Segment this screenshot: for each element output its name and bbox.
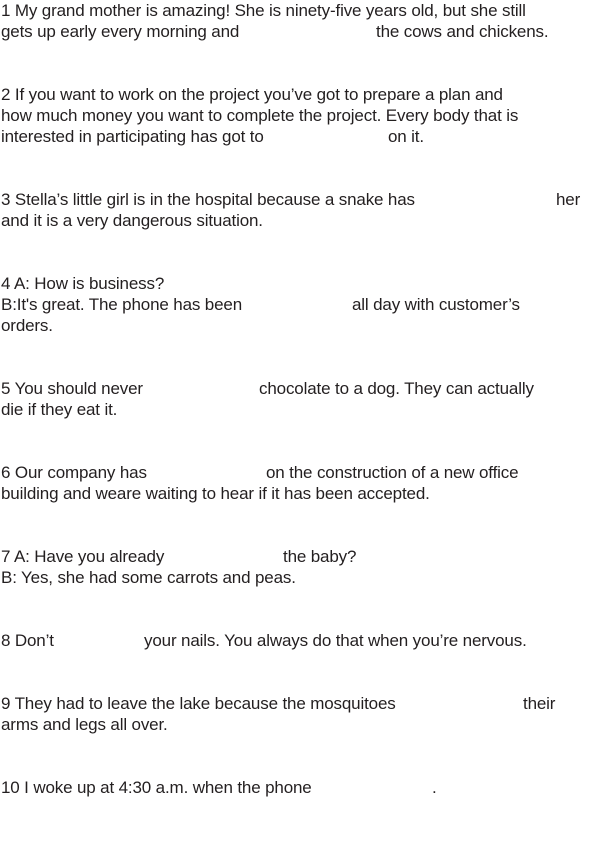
question-2-line-1: 2 If you want to work on the project you… [1, 85, 503, 104]
question-5-line-1: 5 You should never chocolate to a dog. T… [1, 378, 591, 399]
question-5-line-2: die if they eat it. [1, 400, 118, 419]
question-2-line-3: interested in participating has got to o… [1, 126, 591, 147]
question-8-line-1: 8 Don’t your nails. You always do that w… [1, 630, 591, 651]
question-1-line-1: 1 My grand mother is amazing! She is nin… [1, 1, 526, 20]
question-8-text-before-blank: 8 Don’t [1, 631, 54, 650]
question-3-text-before-blank: 3 Stella’s little girl is in the hospita… [1, 190, 415, 209]
question-5-text-after-blank: chocolate to a dog. They can actually [259, 379, 534, 398]
question-4-line-2: B:It's great. The phone has been all day… [1, 294, 591, 315]
question-3-line-2: and it is a very dangerous situation. [1, 211, 263, 230]
question-3-text-after-blank: her [556, 190, 581, 209]
question-9-line-1: 9 They had to leave the lake because the… [1, 693, 591, 714]
question-4-text-before-blank: B:It's great. The phone has been [1, 295, 243, 314]
question-9-line-2: arms and legs all over. [1, 715, 168, 734]
question-2-line-2: how much money you want to complete the … [1, 106, 519, 125]
question-6-text-before-blank: 6 Our company has [1, 463, 147, 482]
question-7-line-2: B: Yes, she had some carrots and peas. [1, 568, 296, 587]
question-6-line-2: building and weare waiting to hear if it… [1, 484, 430, 503]
question-8-text-after-blank: your nails. You always do that when you’… [144, 631, 527, 650]
worksheet: 1 My grand mother is amazing! She is nin… [0, 0, 594, 854]
question-4-line-1: 4 A: How is business? [1, 274, 165, 293]
question-7-text-after-blank: the baby? [283, 547, 357, 566]
question-10-line-1: 10 I woke up at 4:30 a.m. when the phone… [1, 777, 591, 798]
question-9-text-before-blank: 9 They had to leave the lake because the… [1, 694, 396, 713]
question-1-text-before-blank: gets up early every morning and [1, 22, 240, 41]
question-9-text-after-blank: their [523, 694, 556, 713]
question-10-text-after-blank: . [432, 778, 437, 797]
question-3-line-1: 3 Stella’s little girl is in the hospita… [1, 189, 591, 210]
question-7-text-before-blank: 7 A: Have you already [1, 547, 165, 566]
question-6-line-1: 6 Our company has on the construction of… [1, 462, 591, 483]
question-4-line-3: orders. [1, 316, 53, 335]
question-2-text-before-blank: interested in participating has got to [1, 127, 264, 146]
question-6-text-after-blank: on the construction of a new office [266, 463, 519, 482]
question-10-text-before-blank: 10 I woke up at 4:30 a.m. when the phone [1, 778, 312, 797]
question-7-line-1: 7 A: Have you already the baby? [1, 546, 591, 567]
question-1-text-after-blank: the cows and chickens. [376, 22, 549, 41]
question-4-text-after-blank: all day with customer’s [352, 295, 520, 314]
question-2-text-after-blank: on it. [388, 127, 424, 146]
question-1-line-2: gets up early every morning and the cows… [1, 21, 591, 42]
question-5-text-before-blank: 5 You should never [1, 379, 143, 398]
